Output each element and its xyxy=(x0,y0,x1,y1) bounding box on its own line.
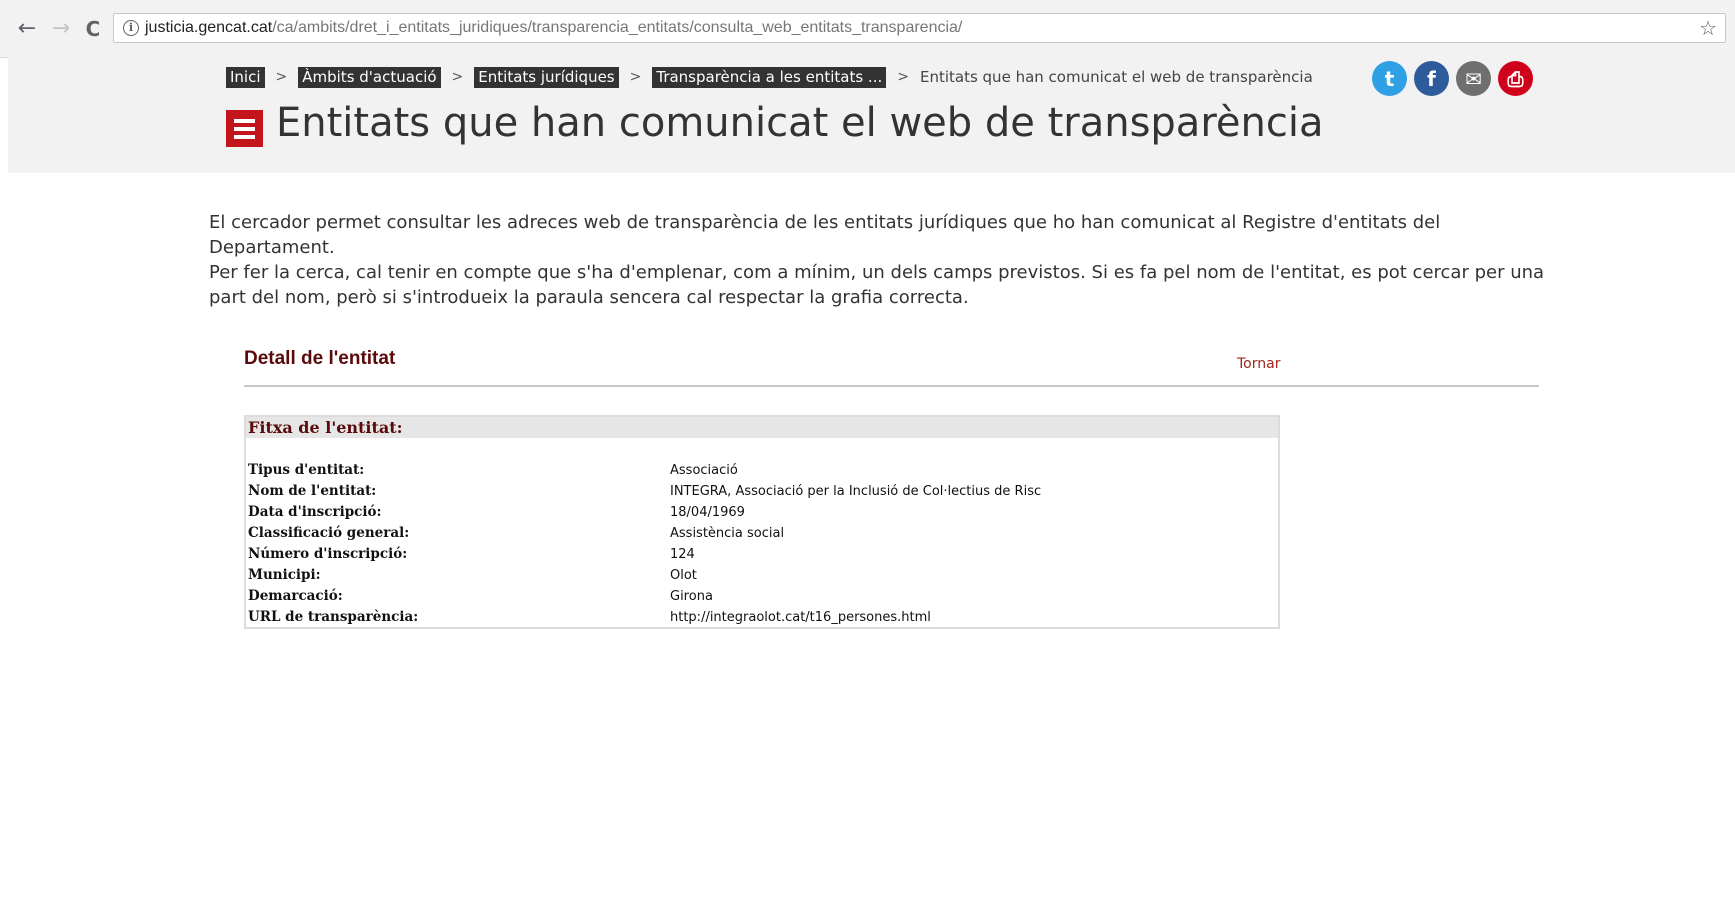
field-label: Data d'inscripció: xyxy=(248,504,382,520)
hamburger-menu-icon[interactable] xyxy=(226,110,263,147)
field-value: INTEGRA, Associació per la Inclusió de C… xyxy=(670,484,1042,499)
back-arrow-icon[interactable]: ← xyxy=(12,14,42,44)
twitter-icon[interactable]: t xyxy=(1372,61,1407,96)
field-row-url: URL de transparència: http://integraolot… xyxy=(246,607,1278,628)
breadcrumb-item-transparencia[interactable]: Transparència a les entitats ... xyxy=(652,66,887,88)
menu-bar xyxy=(234,134,255,139)
url-path: /ca/ambits/dret_i_entitats_juridiques/tr… xyxy=(272,19,963,36)
address-bar[interactable]: i justicia.gencat.cat/ca/ambits/dret_i_e… xyxy=(113,13,1726,43)
transparency-url[interactable]: http://integraolot.cat/t16_persones.html xyxy=(670,607,931,628)
info-icon[interactable]: i xyxy=(123,20,139,36)
field-row-numero: Número d'inscripció: 124 xyxy=(246,544,1278,565)
field-label: Nom de l'entitat: xyxy=(248,483,377,499)
field-row-municipi: Municipi: Olot xyxy=(246,565,1278,586)
field-row-tipus: Tipus d'entitat: Associació xyxy=(246,460,1278,481)
field-value: 124 xyxy=(670,547,695,562)
entity-card: Fitxa de l'entitat: Tipus d'entitat: Ass… xyxy=(244,415,1280,629)
field-label: Classificació general: xyxy=(248,525,410,541)
breadcrumb-separator: > xyxy=(897,69,909,85)
field-label: Tipus d'entitat: xyxy=(248,462,365,478)
breadcrumb-separator: > xyxy=(275,69,288,85)
bookmark-star-icon[interactable]: ☆ xyxy=(1699,16,1717,40)
breadcrumb-item-ambits[interactable]: Àmbits d'actuació xyxy=(298,66,441,88)
reload-icon[interactable]: C xyxy=(78,14,108,44)
url-host: justicia.gencat.cat xyxy=(145,19,273,36)
print-icon[interactable]: ⎙ xyxy=(1498,61,1533,96)
breadcrumb-current: Entitats que han comunicat el web de tra… xyxy=(919,68,1313,86)
field-row-demarcacio: Demarcació: Girona xyxy=(246,586,1278,607)
field-row-classificacio: Classificació general: Assistència socia… xyxy=(246,523,1278,544)
intro-paragraph: Per fer la cerca, cal tenir en compte qu… xyxy=(209,262,1545,308)
share-toolbar: t f ✉ ⎙ xyxy=(1372,61,1533,96)
intro-paragraph: El cercador permet consultar les adreces… xyxy=(209,212,1441,258)
breadcrumb: Inici > Àmbits d'actuació > Entitats jur… xyxy=(226,66,1313,88)
field-list: Tipus d'entitat: Associació Nom de l'ent… xyxy=(246,460,1278,628)
field-value: Olot xyxy=(670,568,697,583)
detail-title: Detall de l'entitat xyxy=(244,348,396,369)
field-value: 18/04/1969 xyxy=(670,505,745,520)
url-text[interactable]: justicia.gencat.cat/ca/ambits/dret_i_ent… xyxy=(145,19,962,37)
field-row-data: Data d'inscripció: 18/04/1969 xyxy=(246,502,1278,523)
email-icon[interactable]: ✉ xyxy=(1456,61,1491,96)
field-label: Número d'inscripció: xyxy=(248,546,408,562)
field-label: Municipi: xyxy=(248,567,321,583)
field-value: Assistència social xyxy=(670,526,785,541)
facebook-icon[interactable]: f xyxy=(1414,61,1449,96)
card-title: Fitxa de l'entitat: xyxy=(246,417,1278,438)
field-value: Girona xyxy=(670,589,713,604)
forward-arrow-icon[interactable]: → xyxy=(46,14,76,44)
field-label: Demarcació: xyxy=(248,588,343,604)
breadcrumb-item-entitats[interactable]: Entitats jurídiques xyxy=(474,66,619,88)
page-header: Inici > Àmbits d'actuació > Entitats jur… xyxy=(8,57,1735,173)
page-title: Entitats que han comunicat el web de tra… xyxy=(276,100,1324,146)
breadcrumb-separator: > xyxy=(629,69,642,85)
menu-bar xyxy=(234,118,255,123)
back-link[interactable]: Tornar xyxy=(1237,356,1280,372)
divider xyxy=(244,385,1539,387)
breadcrumb-separator: > xyxy=(451,69,464,85)
menu-bar xyxy=(234,126,255,131)
field-value: Associació xyxy=(670,463,738,478)
field-label: URL de transparència: xyxy=(248,609,419,625)
breadcrumb-item-inici[interactable]: Inici xyxy=(226,66,265,88)
field-row-nom: Nom de l'entitat: INTEGRA, Associació pe… xyxy=(246,481,1278,502)
browser-toolbar: ← → C i justicia.gencat.cat/ca/ambits/dr… xyxy=(0,0,1735,58)
